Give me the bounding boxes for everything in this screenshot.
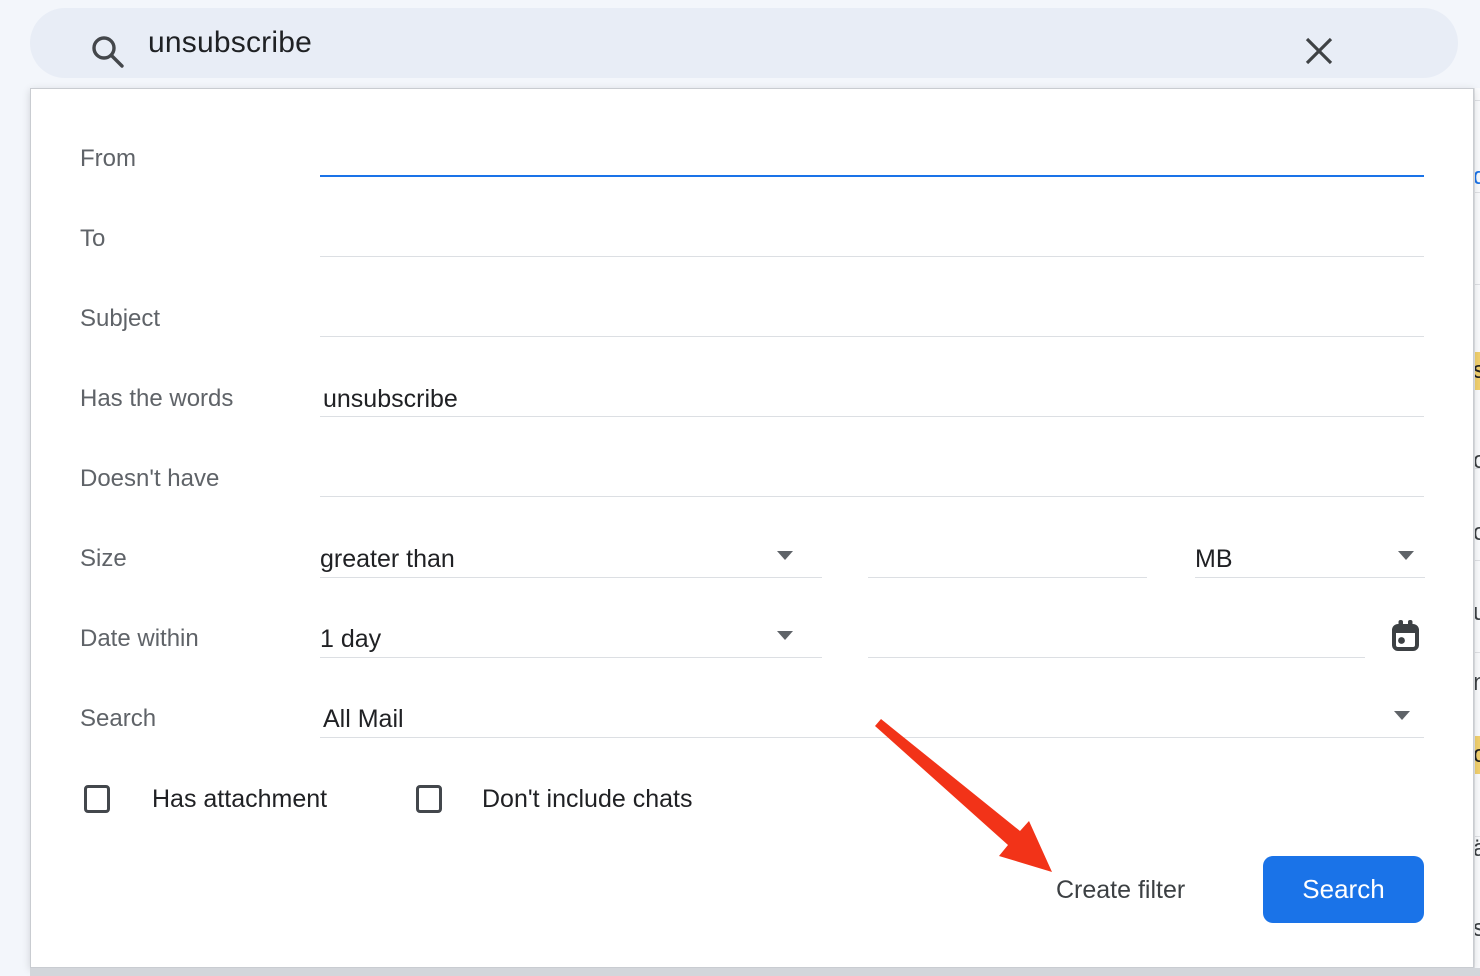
background-text-fragment: s — [1474, 352, 1480, 390]
create-filter-button[interactable]: Create filter — [1056, 874, 1185, 906]
date-input[interactable] — [868, 657, 1365, 658]
date-range-dropdown-icon[interactable] — [777, 631, 793, 640]
search-filter-panel — [30, 88, 1474, 968]
background-row-separator — [1475, 100, 1480, 101]
calendar-icon[interactable] — [1390, 619, 1420, 653]
from-label: From — [80, 144, 136, 174]
dont-include-chats-label: Don't include chats — [482, 784, 692, 814]
background-row-separator — [1475, 652, 1480, 653]
subject-label: Subject — [80, 304, 160, 334]
to-label: To — [80, 224, 105, 254]
size-unit-dropdown-icon[interactable] — [1398, 551, 1414, 560]
background-row-separator — [1475, 284, 1480, 285]
background-text-fragment: s — [1474, 912, 1480, 946]
background-text-fragment: c — [1474, 516, 1480, 550]
close-icon[interactable] — [1302, 34, 1336, 68]
size-comparator-dropdown-icon[interactable] — [777, 551, 793, 560]
background-text-fragment: u — [1474, 596, 1480, 630]
search-scope-underline[interactable] — [320, 737, 1424, 738]
background-text-fragment: o — [1474, 736, 1480, 774]
size-label: Size — [80, 544, 127, 574]
search-scope-dropdown-icon[interactable] — [1394, 711, 1410, 720]
search-icon — [88, 32, 128, 72]
date-range-select[interactable]: 1 day — [320, 624, 381, 654]
search-query-text[interactable]: unsubscribe — [148, 8, 312, 78]
size-comparator-select[interactable]: greater than — [320, 544, 455, 574]
background-email-list: d s o c u n o ä s — [1474, 88, 1480, 968]
has-words-input[interactable]: unsubscribe — [323, 384, 458, 414]
subject-input[interactable] — [320, 336, 1424, 337]
background-text-fragment: o — [1474, 444, 1480, 478]
size-amount-input[interactable] — [868, 577, 1147, 578]
panel-bottom-shadow — [30, 968, 1480, 976]
dont-include-chats-checkbox[interactable] — [416, 785, 442, 813]
has-words-label: Has the words — [80, 384, 233, 414]
from-input[interactable] — [320, 175, 1424, 177]
date-range-underline[interactable] — [320, 657, 822, 658]
has-words-underline[interactable] — [320, 416, 1424, 417]
background-text-fragment: n — [1474, 666, 1480, 700]
doesnt-have-label: Doesn't have — [80, 464, 219, 494]
search-button[interactable]: Search — [1263, 856, 1424, 923]
size-unit-select[interactable]: MB — [1195, 544, 1233, 574]
doesnt-have-input[interactable] — [320, 496, 1424, 497]
to-input[interactable] — [320, 256, 1424, 257]
background-row-separator — [1475, 560, 1480, 561]
size-unit-underline[interactable] — [1195, 577, 1425, 578]
date-within-label: Date within — [80, 624, 199, 654]
page-background: d s o c u n o ä s unsubscribe From To Subject Ha… — [0, 0, 1480, 976]
background-text-fragment: d — [1474, 160, 1480, 194]
search-scope-select[interactable]: All Mail — [323, 704, 404, 734]
search-scope-label: Search — [80, 704, 156, 734]
has-attachment-checkbox[interactable] — [84, 785, 110, 813]
background-text-fragment: ä — [1474, 832, 1480, 866]
has-attachment-label: Has attachment — [152, 784, 327, 814]
search-bar[interactable]: unsubscribe — [30, 8, 1458, 78]
size-comparator-underline[interactable] — [320, 577, 822, 578]
